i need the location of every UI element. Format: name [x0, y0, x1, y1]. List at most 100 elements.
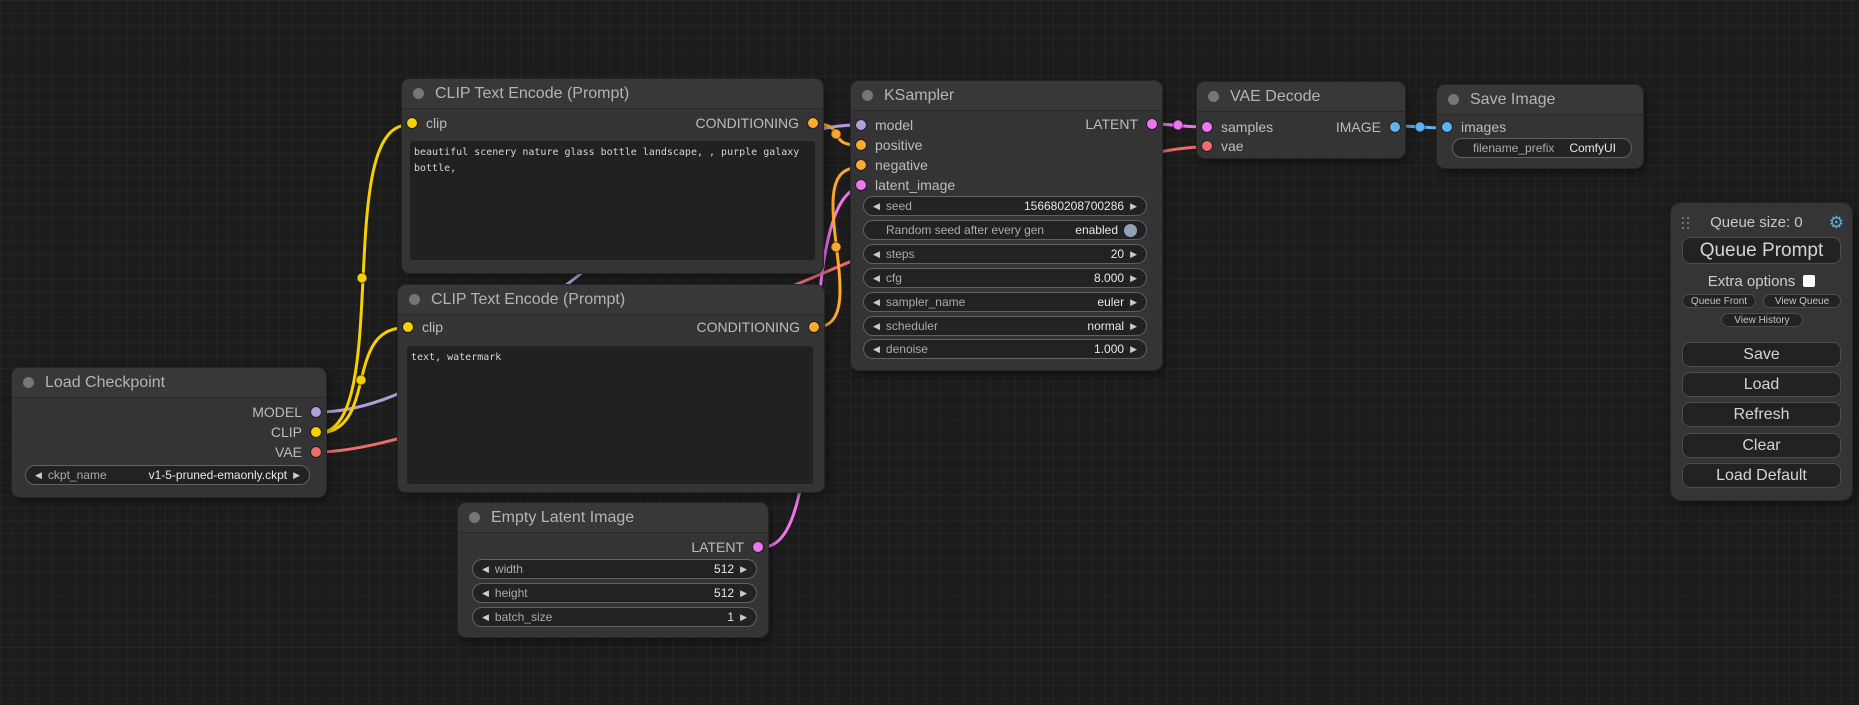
input-label: latent_image [875, 177, 955, 193]
decrement-arrow-icon[interactable]: ◀ [873, 345, 880, 354]
increment-arrow-icon[interactable]: ▶ [1130, 298, 1137, 307]
decrement-arrow-icon[interactable]: ◀ [873, 250, 880, 259]
increment-arrow-icon[interactable]: ▶ [740, 589, 747, 598]
load-button[interactable]: Load [1682, 372, 1841, 397]
output-label: LATENT [691, 539, 744, 555]
save-button[interactable]: Save [1682, 342, 1841, 367]
denoise-widget[interactable]: ◀ denoise 1.000 ▶ [863, 339, 1147, 359]
node-collapse-icon[interactable] [469, 512, 480, 523]
extra-options-label: Extra options [1708, 273, 1796, 290]
decrement-arrow-icon[interactable]: ◀ [35, 471, 42, 480]
node-collapse-icon[interactable] [23, 377, 34, 388]
input-label: positive [875, 137, 922, 153]
node-title: KSampler [884, 87, 954, 105]
node-clip-text-encode-negative: CLIP Text Encode (Prompt) clip CONDITION… [398, 285, 824, 492]
node-title: Load Checkpoint [45, 374, 165, 392]
node-title: VAE Decode [1230, 88, 1320, 106]
increment-arrow-icon[interactable]: ▶ [740, 565, 747, 574]
node-title-bar[interactable]: CLIP Text Encode (Prompt) [402, 79, 823, 109]
batch-size-widget[interactable]: ◀ batch_size 1 ▶ [472, 607, 757, 627]
seed-widget[interactable]: ◀ seed 156680208700286 ▶ [863, 196, 1147, 216]
port-latent-output[interactable] [753, 542, 763, 552]
node-title-bar[interactable]: Empty Latent Image [458, 503, 768, 533]
decrement-arrow-icon[interactable]: ◀ [482, 589, 489, 598]
decrement-arrow-icon[interactable]: ◀ [873, 322, 880, 331]
view-queue-button[interactable]: View Queue [1763, 294, 1841, 308]
increment-arrow-icon[interactable]: ▶ [1130, 322, 1137, 331]
widget-label: ckpt_name [48, 468, 107, 482]
node-title-bar[interactable]: KSampler [851, 81, 1162, 111]
node-collapse-icon[interactable] [1448, 94, 1459, 105]
steps-widget[interactable]: ◀ steps 20 ▶ [863, 244, 1147, 264]
node-load-checkpoint: Load Checkpoint MODEL CLIP VAE ◀ ckpt_na… [12, 368, 326, 497]
port-model-output[interactable] [311, 407, 321, 417]
decrement-arrow-icon[interactable]: ◀ [482, 613, 489, 622]
queue-front-button[interactable]: Queue Front [1682, 294, 1756, 308]
link-midpoint-latent [1173, 120, 1183, 130]
port-conditioning-output[interactable] [808, 118, 818, 128]
toggle-icon[interactable] [1124, 224, 1137, 237]
node-title: CLIP Text Encode (Prompt) [431, 291, 625, 309]
link-midpoint-image [1415, 122, 1425, 132]
port-images-input[interactable] [1442, 122, 1452, 132]
queue-prompt-button[interactable]: Queue Prompt [1682, 237, 1841, 264]
random-seed-widget[interactable]: Random seed after every gen enabled [863, 220, 1147, 240]
sampler-name-widget[interactable]: ◀ sampler_name euler ▶ [863, 292, 1147, 312]
increment-arrow-icon[interactable]: ▶ [1130, 274, 1137, 283]
port-clip-output[interactable] [311, 427, 321, 437]
widget-value: euler [1097, 295, 1124, 309]
port-vae-input[interactable] [1202, 141, 1212, 151]
increment-arrow-icon[interactable]: ▶ [740, 613, 747, 622]
decrement-arrow-icon[interactable]: ◀ [873, 202, 880, 211]
filename-prefix-widget[interactable]: filename_prefix ComfyUI [1452, 138, 1632, 158]
widget-label: sampler_name [886, 295, 965, 309]
extra-options-checkbox[interactable] [1803, 275, 1815, 287]
ckpt-name-widget[interactable]: ◀ ckpt_name v1-5-pruned-emaonly.ckpt ▶ [25, 465, 310, 485]
node-title-bar[interactable]: CLIP Text Encode (Prompt) [398, 285, 824, 315]
widget-value: v1-5-pruned-emaonly.ckpt [149, 468, 288, 482]
load-default-button[interactable]: Load Default [1682, 463, 1841, 488]
node-collapse-icon[interactable] [862, 90, 873, 101]
decrement-arrow-icon[interactable]: ◀ [873, 274, 880, 283]
port-positive-input[interactable] [856, 140, 866, 150]
prompt-textarea[interactable]: beautiful scenery nature glass bottle la… [410, 141, 815, 260]
widget-value: 8.000 [1094, 271, 1124, 285]
decrement-arrow-icon[interactable]: ◀ [482, 565, 489, 574]
port-negative-input[interactable] [856, 160, 866, 170]
port-image-output[interactable] [1390, 122, 1400, 132]
refresh-button[interactable]: Refresh [1682, 402, 1841, 427]
node-title-bar[interactable]: VAE Decode [1197, 82, 1405, 112]
link-midpoint-cond-neg [831, 242, 841, 252]
link-midpoint-clip-neg [356, 375, 366, 385]
output-label: VAE [275, 444, 302, 460]
widget-label: width [495, 562, 523, 576]
height-widget[interactable]: ◀ height 512 ▶ [472, 583, 757, 603]
node-graph-canvas[interactable]: Load Checkpoint MODEL CLIP VAE ◀ ckpt_na… [0, 0, 1859, 705]
widget-value: 156680208700286 [1024, 199, 1124, 213]
output-label: IMAGE [1336, 119, 1381, 135]
gear-icon[interactable]: ⚙ [1829, 214, 1844, 231]
node-title-bar[interactable]: Save Image [1437, 85, 1643, 115]
increment-arrow-icon[interactable]: ▶ [1130, 202, 1137, 211]
decrement-arrow-icon[interactable]: ◀ [873, 298, 880, 307]
port-latent-image-input[interactable] [856, 180, 866, 190]
increment-arrow-icon[interactable]: ▶ [1130, 345, 1137, 354]
output-label: MODEL [252, 404, 302, 420]
node-collapse-icon[interactable] [409, 294, 420, 305]
prompt-textarea[interactable]: text, watermark [407, 346, 813, 484]
widget-value: 20 [1111, 247, 1124, 261]
output-label: LATENT [1085, 116, 1138, 132]
increment-arrow-icon[interactable]: ▶ [1130, 250, 1137, 259]
view-history-button[interactable]: View History [1721, 313, 1803, 327]
node-collapse-icon[interactable] [413, 88, 424, 99]
port-conditioning-output[interactable] [809, 322, 819, 332]
increment-arrow-icon[interactable]: ▶ [293, 471, 300, 480]
port-vae-output[interactable] [311, 447, 321, 457]
node-title-bar[interactable]: Load Checkpoint [12, 368, 326, 398]
cfg-widget[interactable]: ◀ cfg 8.000 ▶ [863, 268, 1147, 288]
port-latent-output[interactable] [1147, 119, 1157, 129]
node-collapse-icon[interactable] [1208, 91, 1219, 102]
clear-button[interactable]: Clear [1682, 433, 1841, 458]
width-widget[interactable]: ◀ width 512 ▶ [472, 559, 757, 579]
scheduler-widget[interactable]: ◀ scheduler normal ▶ [863, 316, 1147, 336]
